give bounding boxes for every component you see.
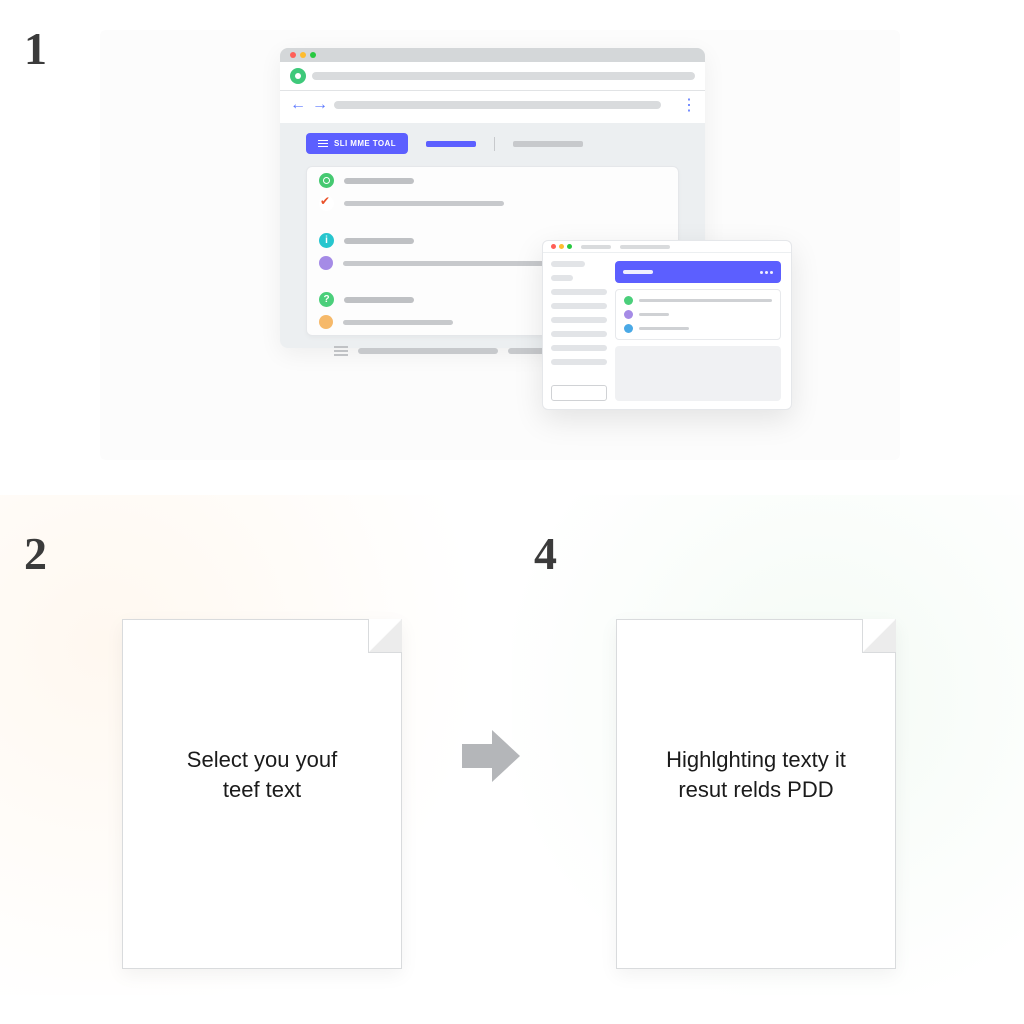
popup-sidebar <box>543 253 615 409</box>
popup-titlebar <box>543 241 791 253</box>
primary-action-label: SLI MME TOAL <box>334 139 396 148</box>
avatar-icon <box>319 315 333 329</box>
window-titlebar <box>280 48 705 62</box>
source-document-text: Select you youf teef text <box>123 745 401 804</box>
primary-action-button[interactable]: SLI MME TOAL <box>306 133 408 154</box>
check-icon <box>319 196 334 211</box>
address-bar[interactable] <box>334 101 661 109</box>
maximize-icon[interactable] <box>310 52 316 58</box>
result-document: Highlghting texty it resut relds PDD <box>616 619 896 969</box>
item-title <box>344 297 414 303</box>
page-fold-icon <box>862 619 896 653</box>
close-icon[interactable] <box>551 244 556 249</box>
list-item[interactable] <box>624 310 772 319</box>
popup-main <box>615 253 791 409</box>
result-document-text: Highlghting texty it resut relds PDD <box>617 745 895 804</box>
maximize-icon[interactable] <box>567 244 572 249</box>
browser-toolbar: ← → ⋮ <box>280 91 705 123</box>
avatar-icon <box>319 256 333 270</box>
popup-header-dots[interactable] <box>760 271 773 274</box>
forward-icon[interactable]: → <box>312 97 328 113</box>
tab-active[interactable] <box>426 141 476 147</box>
footer-text-1 <box>358 348 498 354</box>
chat-icon <box>319 173 334 188</box>
hamburger-icon <box>318 140 328 148</box>
list-icon[interactable] <box>334 346 348 356</box>
tab-inactive[interactable] <box>513 141 583 147</box>
step-number-4: 4 <box>534 527 557 580</box>
popup-window <box>542 240 792 410</box>
item-title <box>344 238 414 244</box>
page-fold-icon <box>368 619 402 653</box>
popup-card <box>615 289 781 340</box>
menu-icon[interactable]: ⋮ <box>681 95 695 115</box>
list-item[interactable] <box>319 196 666 211</box>
app-toolbar: SLI MME TOAL <box>306 133 679 154</box>
back-icon[interactable]: ← <box>290 97 306 113</box>
popup-tab <box>620 245 670 249</box>
tab-separator <box>494 137 495 151</box>
popup-header-label <box>623 270 653 274</box>
dot-icon <box>624 324 633 333</box>
popup-header-bar <box>615 261 781 283</box>
tab-title-placeholder <box>312 72 695 80</box>
minimize-icon[interactable] <box>559 244 564 249</box>
minimize-icon[interactable] <box>300 52 306 58</box>
list-item[interactable] <box>624 324 772 333</box>
step-number-1: 1 <box>24 22 47 75</box>
item-text <box>639 327 689 330</box>
dot-icon <box>624 310 633 319</box>
dot-icon <box>624 296 633 305</box>
list-item[interactable] <box>319 173 666 188</box>
favicon-icon <box>290 68 306 84</box>
sidebar-button[interactable] <box>551 385 607 401</box>
item-text <box>639 299 772 302</box>
step-4-panel: 4 Highlghting texty it resut relds PDD <box>512 495 1024 995</box>
browser-illustration-panel: ← → ⋮ SLI MME TOAL <box>100 30 900 460</box>
browser-tab-row <box>280 62 705 91</box>
close-icon[interactable] <box>290 52 296 58</box>
source-document: Select you youf teef text <box>122 619 402 969</box>
popup-content-area <box>615 346 781 401</box>
step-number-2: 2 <box>24 527 47 580</box>
list-item[interactable] <box>624 296 772 305</box>
step-2-panel: 2 Select you youf teef text <box>0 495 512 995</box>
popup-tab <box>581 245 611 249</box>
arrow-right-icon <box>462 730 522 782</box>
help-icon <box>319 292 334 307</box>
item-title <box>344 178 414 184</box>
item-desc <box>344 201 504 206</box>
item-text <box>639 313 669 316</box>
item-desc <box>343 320 453 325</box>
info-icon <box>319 233 334 248</box>
